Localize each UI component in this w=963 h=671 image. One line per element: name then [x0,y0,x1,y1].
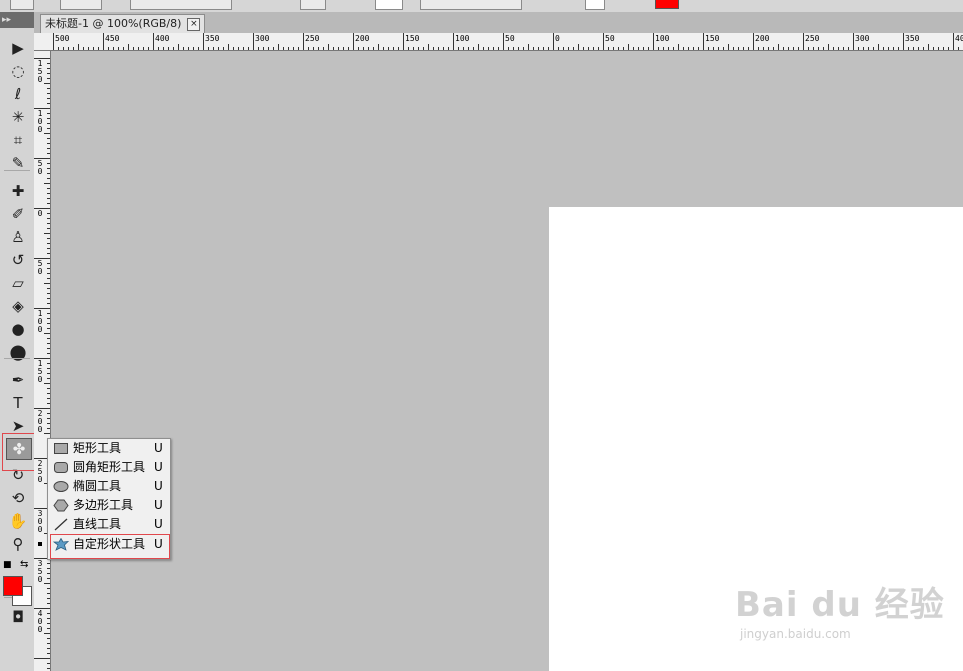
rounded-rectangle-icon [54,462,68,473]
ruler-label: 50 [37,159,43,176]
dodge-tool-icon[interactable]: ⬤ [6,342,30,362]
ellipse-icon [53,481,69,492]
ruler-label: 50 [37,259,43,276]
ruler-label: 100 [37,109,43,134]
ruler-label: 250 [305,34,320,43]
ruler-label: 150 [37,359,43,384]
ruler-label: 400 [155,34,170,43]
options-control[interactable] [420,0,522,10]
default-colors-icon[interactable]: ■ [3,560,12,570]
zoom-tool-icon[interactable]: ⚲ [6,534,30,554]
ruler-label: 100 [655,34,670,43]
ruler-label: 250 [805,34,820,43]
healing-brush-icon[interactable]: ✚ [6,181,30,201]
style-picker[interactable] [585,0,605,10]
watermark: Bai du 经验 jingyan.baidu.com [735,575,955,645]
ruler-origin[interactable] [34,33,51,51]
ruler-label: 250 [37,459,43,484]
toolbox-separator [4,170,30,171]
ruler-label: 300 [37,509,43,534]
ruler-label: 200 [355,34,370,43]
brush-tool-icon[interactable]: ✐ [6,204,30,224]
menu-item-rounded-rectangle-tool[interactable]: 圆角矩形工具 U [48,458,170,477]
ruler-label: 150 [37,59,43,84]
pen-tool-icon[interactable]: ✒ [6,370,30,390]
menu-item-rectangle-tool[interactable]: 矩形工具 U [48,439,170,458]
menu-item-shortcut: U [154,498,163,512]
ruler-label: 500 [55,34,70,43]
ruler-label: 200 [37,409,43,434]
toolbox-separator [4,358,30,359]
options-control[interactable] [300,0,326,10]
rectangle-icon [54,443,68,454]
quick-mask-icon[interactable]: ◘ [6,607,30,627]
eraser-tool-icon[interactable]: ▱ [6,273,30,293]
document-tab-title: 未标题-1 @ 100%(RGB/8) [45,17,182,30]
swap-colors-icon[interactable]: ⇆ [20,559,28,570]
options-control[interactable] [10,0,34,10]
3d-orbit-icon[interactable]: ⟲ [6,488,30,508]
document-tab[interactable]: 未标题-1 @ 100%(RGB/8) × [40,14,206,33]
ruler-label: 100 [37,309,43,334]
menu-item-line-tool[interactable]: 直线工具 U [48,515,170,534]
ruler-label: 100 [455,34,470,43]
type-tool-icon[interactable]: T [6,393,30,413]
foreground-color-chip[interactable] [3,576,23,596]
polygon-icon [53,499,69,512]
ruler-label: 450 [105,34,120,43]
menu-item-polygon-tool[interactable]: 多边形工具 U [48,496,170,515]
ruler-label: 0 [555,34,560,43]
menu-item-label: 圆角矩形工具 [73,460,146,474]
menu-item-shortcut: U [154,441,163,455]
toolbox-collapse[interactable]: ▸▸ [0,12,34,28]
shape-picker[interactable] [375,0,403,10]
ruler-label: 150 [705,34,720,43]
move-tool-icon[interactable]: ▶ [6,38,30,58]
watermark-url: jingyan.baidu.com [740,627,851,641]
menu-item-label: 多边形工具 [73,498,134,512]
ruler-vertical[interactable]: 150 100 50 0 50 100 150 200 250 300 350 400 [34,51,51,671]
tab-bar: 未标题-1 @ 100%(RGB/8) × [34,12,963,34]
marquee-tool-icon[interactable]: ◌ [6,61,30,81]
ruler-label: 300 [855,34,870,43]
paint-bucket-icon[interactable]: ◈ [6,296,30,316]
magic-wand-icon[interactable]: ✳ [6,107,30,127]
line-icon [54,518,68,531]
lasso-tool-icon[interactable]: ℓ [6,84,30,104]
menu-item-shortcut: U [154,460,163,474]
watermark-logo-text: Bai du 经验 [735,585,945,625]
ruler-label: 400 [37,609,43,634]
menu-item-label: 矩形工具 [73,441,122,455]
ruler-label: 50 [505,34,515,43]
menu-item-label: 椭圆工具 [73,479,122,493]
ruler-label: 300 [255,34,270,43]
options-control[interactable] [60,0,102,10]
ruler-label: 150 [405,34,420,43]
ruler-label: 350 [37,559,43,584]
selected-item-highlight [50,534,170,559]
hand-tool-icon[interactable]: ✋ [6,511,30,531]
ruler-label: 400 [955,34,963,43]
color-swatch[interactable] [655,0,679,9]
ruler-label: 0 [37,209,43,218]
ruler-label: 200 [755,34,770,43]
blur-tool-icon[interactable]: ● [6,319,30,339]
history-brush-icon[interactable]: ↺ [6,250,30,270]
ruler-horizontal[interactable]: 500 450 400 350 300 250 200 150 100 50 0 50 100 150 20… [50,33,963,51]
ruler-label: 350 [905,34,920,43]
crop-tool-icon[interactable]: ⌗ [6,130,30,150]
menu-item-label: 直线工具 [73,517,122,531]
menu-item-shortcut: U [154,517,163,531]
ruler-label: 350 [205,34,220,43]
clone-stamp-icon[interactable]: ♙ [6,227,30,247]
selected-bullet-icon [38,542,42,546]
close-icon[interactable]: × [187,17,201,31]
ruler-label: 50 [605,34,615,43]
menu-item-ellipse-tool[interactable]: 椭圆工具 U [48,477,170,496]
options-control[interactable] [130,0,232,10]
menu-item-shortcut: U [154,479,163,493]
toolbox: ▸▸ ▶ ◌ ℓ ✳ ⌗ ✎ ✚ ✐ ♙ ↺ ▱ ◈ ● ⬤ ✒ T ➤ ✤ ↻ ⟲ ✋ ⚲ ◘ [0,12,35,671]
